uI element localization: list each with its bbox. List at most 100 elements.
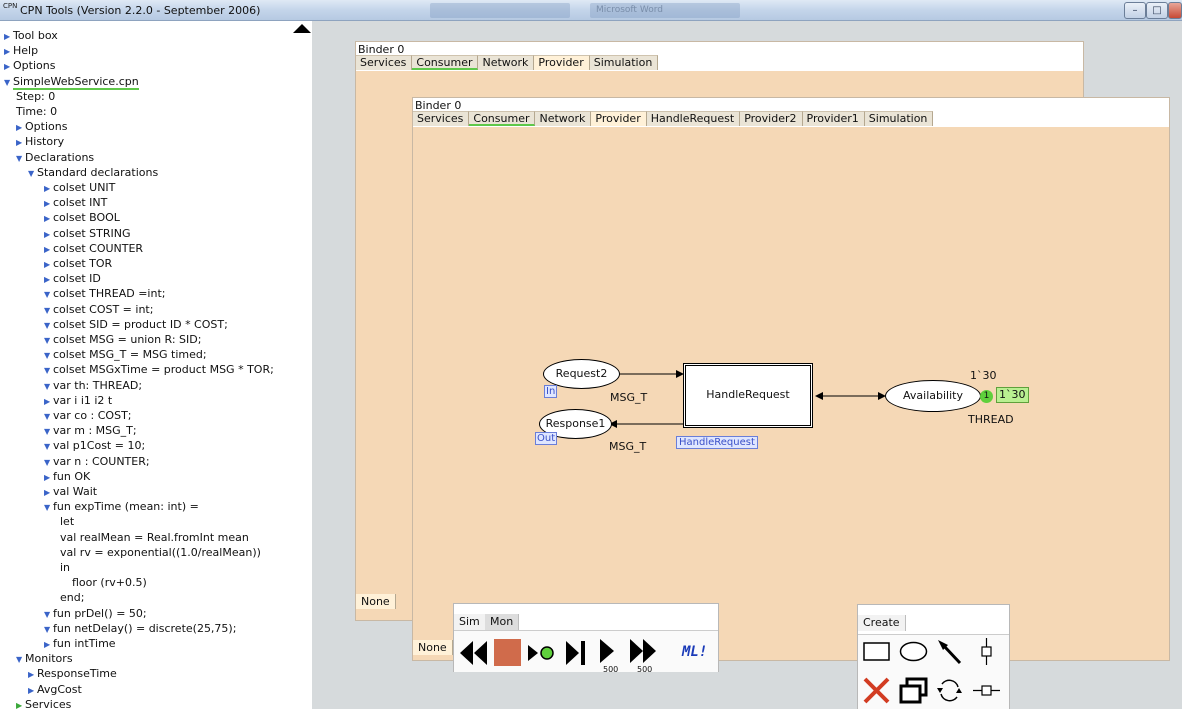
- place-response1-type[interactable]: MSG_T: [609, 440, 646, 453]
- tab-services[interactable]: Services: [356, 55, 413, 70]
- index-item[interactable]: ▶ colset COUNTER: [44, 241, 143, 256]
- reverse-arc-icon[interactable]: [934, 675, 965, 706]
- collapsed-triangle-icon[interactable]: ▶: [44, 211, 53, 226]
- expanded-triangle-icon[interactable]: ▼: [44, 318, 53, 333]
- stop-icon[interactable]: [492, 637, 523, 668]
- collapsed-triangle-icon[interactable]: ▶: [44, 272, 53, 287]
- index-item[interactable]: ▶ AvgCost: [28, 682, 82, 697]
- index-item[interactable]: ▶ Options: [4, 58, 55, 73]
- index-item[interactable]: end;: [60, 590, 84, 605]
- collapsed-triangle-icon[interactable]: ▶: [44, 637, 53, 652]
- port-tag-in[interactable]: In: [544, 385, 558, 398]
- index-item[interactable]: ▼ colset MSG = union R: SID;: [44, 332, 201, 347]
- collapsed-triangle-icon[interactable]: ▶: [28, 667, 37, 682]
- collapsed-triangle-icon[interactable]: ▶: [44, 257, 53, 272]
- expanded-triangle-icon[interactable]: ▼: [44, 287, 53, 302]
- play-steps-icon[interactable]: [594, 637, 625, 668]
- index-item[interactable]: ▶ Services: [16, 697, 71, 709]
- collapsed-triangle-icon[interactable]: ▶: [44, 485, 53, 500]
- index-item[interactable]: ▶ colset ID: [44, 271, 101, 286]
- collapsed-triangle-icon[interactable]: ▶: [4, 29, 13, 44]
- clone-element-icon[interactable]: [898, 675, 929, 706]
- tab-sim[interactable]: Sim: [454, 614, 486, 630]
- collapsed-triangle-icon[interactable]: ▶: [16, 120, 25, 135]
- expanded-triangle-icon[interactable]: ▼: [16, 652, 25, 667]
- index-item[interactable]: Step: 0: [16, 89, 55, 104]
- index-item[interactable]: ▼ fun prDel() = 50;: [44, 606, 147, 621]
- substitution-tag-handlerequest[interactable]: HandleRequest: [676, 436, 758, 449]
- expanded-triangle-icon[interactable]: ▼: [16, 151, 25, 166]
- split-arc-icon[interactable]: [971, 675, 1002, 706]
- index-item[interactable]: ▶ ResponseTime: [28, 666, 117, 681]
- transition-handlerequest[interactable]: HandleRequest: [683, 363, 813, 428]
- expanded-triangle-icon[interactable]: ▼: [44, 500, 53, 515]
- index-item[interactable]: ▼ var th: THREAD;: [44, 378, 142, 393]
- new-transition-icon[interactable]: [861, 636, 892, 667]
- place-request2-type[interactable]: MSG_T: [610, 391, 647, 404]
- collapsed-triangle-icon[interactable]: ▶: [44, 470, 53, 485]
- index-item[interactable]: ▶ colset BOOL: [44, 210, 120, 225]
- index-item[interactable]: ▼ Declarations: [16, 150, 94, 165]
- expanded-triangle-icon[interactable]: ▼: [44, 363, 53, 378]
- port-tag-out[interactable]: Out: [535, 432, 558, 445]
- expanded-triangle-icon[interactable]: ▼: [44, 303, 53, 318]
- tab-consumer[interactable]: Consumer: [412, 55, 479, 70]
- close-button[interactable]: [1168, 2, 1182, 19]
- availability-colorset[interactable]: THREAD: [968, 413, 1014, 426]
- minimize-button[interactable]: –: [1124, 2, 1146, 19]
- expanded-triangle-icon[interactable]: ▼: [44, 333, 53, 348]
- index-item[interactable]: Time: 0: [16, 104, 57, 119]
- index-item[interactable]: ▶ Options: [16, 119, 67, 134]
- fast-forward-icon[interactable]: [628, 637, 659, 668]
- collapsed-triangle-icon[interactable]: ▶: [44, 242, 53, 257]
- index-item[interactable]: ▼ colset THREAD =int;: [44, 286, 165, 301]
- ml-evaluate-button[interactable]: ML!: [682, 643, 713, 661]
- expanded-triangle-icon[interactable]: ▼: [44, 455, 53, 470]
- index-item[interactable]: ▼ fun netDelay() = discrete(25,75);: [44, 621, 236, 636]
- collapsed-triangle-icon[interactable]: ▶: [44, 227, 53, 242]
- collapsed-triangle-icon[interactable]: ▶: [16, 135, 25, 150]
- index-item[interactable]: ▼ Monitors: [16, 651, 73, 666]
- tab-create[interactable]: Create: [858, 615, 906, 631]
- index-item[interactable]: let: [60, 514, 74, 529]
- expanded-triangle-icon[interactable]: ▼: [4, 75, 13, 90]
- index-item[interactable]: ▼ fun expTime (mean: int) =: [44, 499, 199, 514]
- index-item[interactable]: val realMean = Real.fromInt mean: [60, 530, 249, 545]
- collapsed-triangle-icon[interactable]: ▶: [44, 181, 53, 196]
- expanded-triangle-icon[interactable]: ▼: [44, 379, 53, 394]
- tab-mon[interactable]: Mon: [485, 614, 520, 630]
- index-item[interactable]: ▼ SimpleWebService.cpn: [4, 74, 139, 90]
- index-panel[interactable]: ▶ Tool box ▶ Help ▶ Options ▼ SimpleWebService.…: [0, 21, 312, 709]
- collapse-index-arrow-icon[interactable]: [293, 24, 311, 33]
- index-item[interactable]: ▶ History: [16, 134, 64, 149]
- collapsed-triangle-icon[interactable]: ▶: [28, 683, 37, 698]
- rewind-icon[interactable]: [458, 637, 489, 668]
- new-place-icon[interactable]: [898, 636, 929, 667]
- index-item[interactable]: floor (rv+0.5): [72, 575, 147, 590]
- current-marking-box[interactable]: 1`30: [996, 387, 1029, 403]
- expanded-triangle-icon[interactable]: ▼: [44, 607, 53, 622]
- collapsed-triangle-icon[interactable]: ▶: [44, 196, 53, 211]
- expanded-triangle-icon[interactable]: ▼: [44, 424, 53, 439]
- tab-provider[interactable]: Provider: [534, 55, 590, 70]
- collapsed-triangle-icon[interactable]: ▶: [4, 59, 13, 74]
- index-item[interactable]: ▼ val p1Cost = 10;: [44, 438, 145, 453]
- index-item[interactable]: ▶ colset UNIT: [44, 180, 115, 195]
- index-item[interactable]: val rv = exponential((1.0/realMean)): [60, 545, 261, 560]
- sim-toolpalette[interactable]: Sim Mon 500 500 ML!: [453, 603, 719, 674]
- index-item[interactable]: ▶ colset INT: [44, 195, 107, 210]
- index-item[interactable]: ▶ colset TOR: [44, 256, 112, 271]
- collapsed-triangle-icon[interactable]: ▶: [4, 44, 13, 59]
- index-item[interactable]: ▶ fun OK: [44, 469, 90, 484]
- create-toolpalette[interactable]: Create: [857, 604, 1010, 709]
- index-item[interactable]: ▼ colset SID = product ID * COST;: [44, 317, 228, 332]
- index-item[interactable]: ▶ colset STRING: [44, 226, 130, 241]
- binder-front-none-tab[interactable]: None: [413, 640, 453, 655]
- expanded-triangle-icon[interactable]: ▼: [28, 166, 37, 181]
- index-item[interactable]: ▼ colset MSGxTime = product MSG * TOR;: [44, 362, 274, 377]
- token-count-badge[interactable]: 1: [980, 390, 993, 403]
- index-item[interactable]: in: [60, 560, 70, 575]
- index-item[interactable]: ▼ var co : COST;: [44, 408, 132, 423]
- split-place-icon[interactable]: [971, 636, 1002, 667]
- collapsed-triangle-icon[interactable]: ▶: [44, 394, 53, 409]
